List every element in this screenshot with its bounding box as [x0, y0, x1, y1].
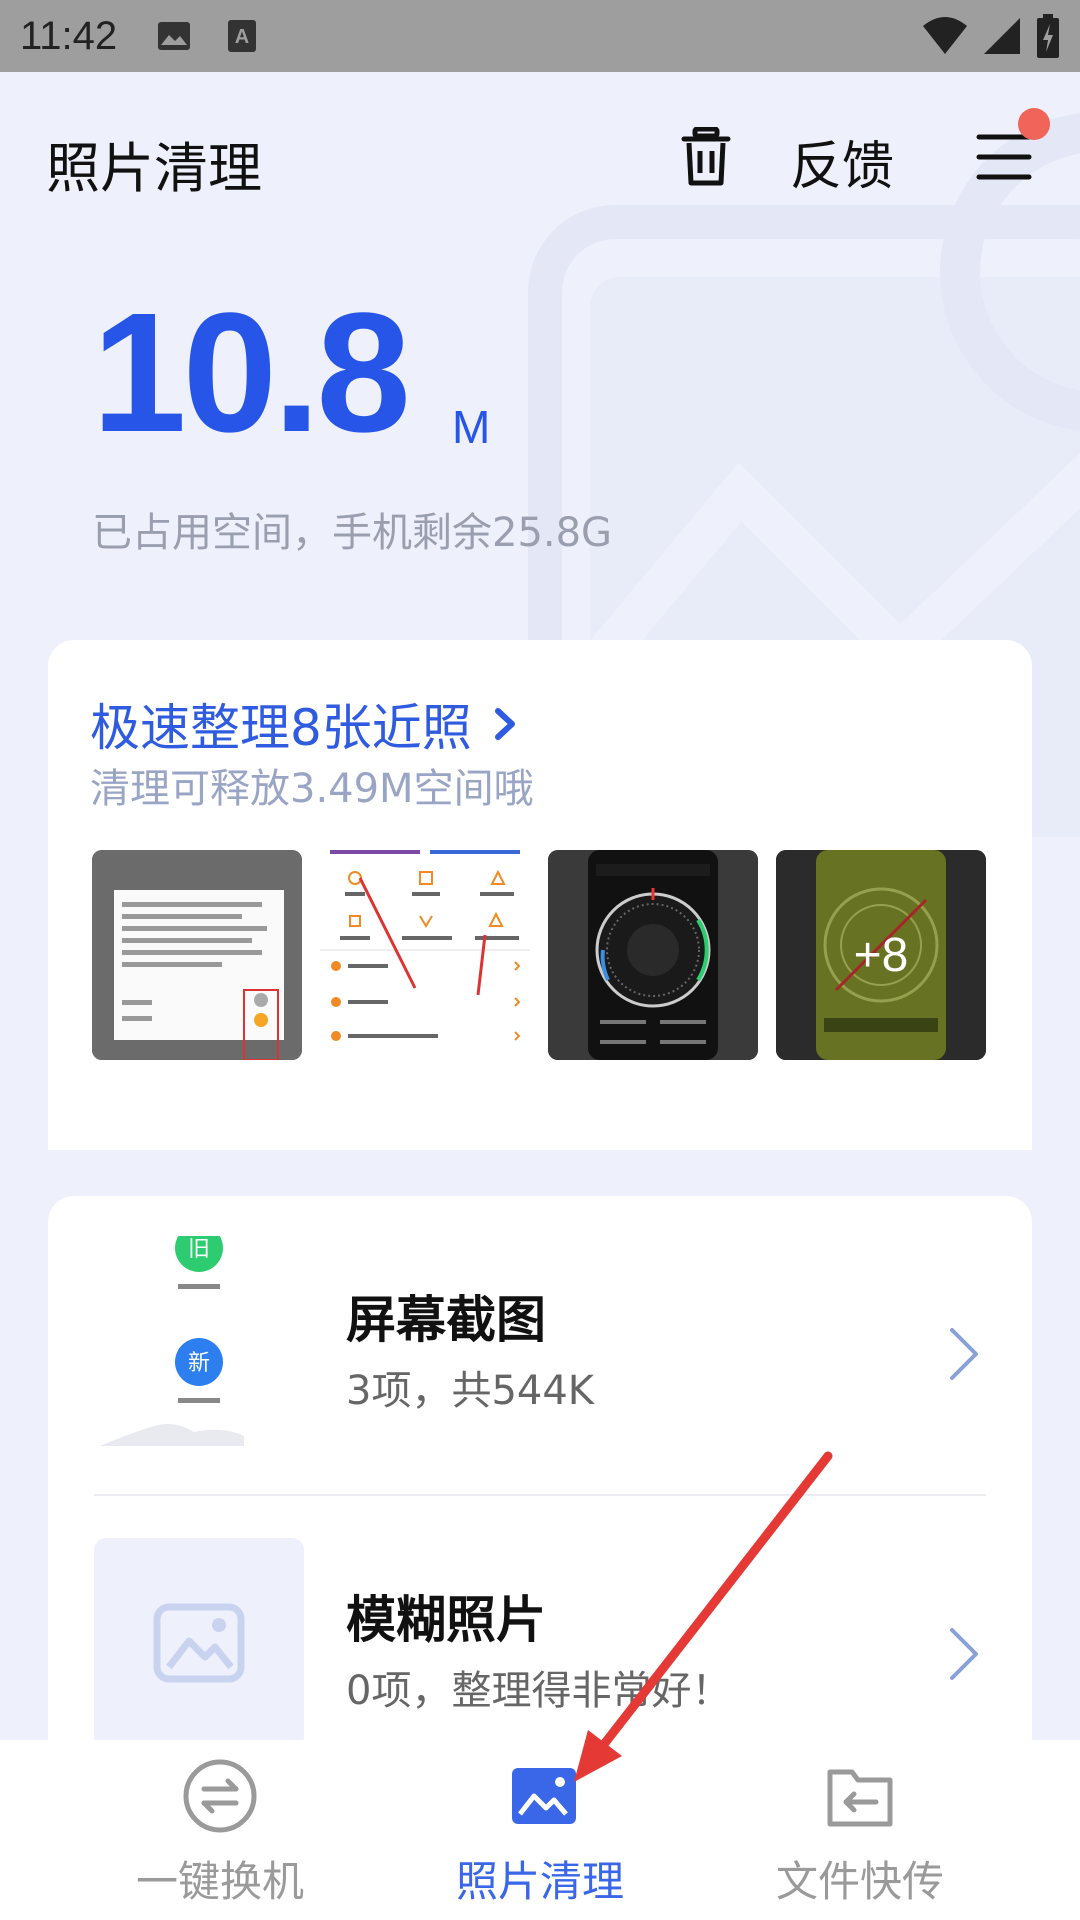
storage-description: 已占用空间，手机剩余25.8G: [92, 510, 613, 556]
blurry-photos-thumbnail: [94, 1538, 304, 1748]
svg-text:A: A: [235, 26, 249, 48]
photo-thumbnail[interactable]: [320, 850, 530, 1060]
nav-item-photo-cleanup[interactable]: 照片清理: [390, 1758, 690, 1908]
svg-text:新: 新: [188, 1351, 210, 1376]
photo-thumbnail-more[interactable]: +8: [776, 850, 986, 1060]
quick-clean-title-row[interactable]: 极速整理8张近照: [90, 688, 518, 760]
image-notification-icon: [157, 19, 191, 53]
chevron-right-icon: [494, 707, 518, 741]
battery-charging-icon: [1036, 14, 1060, 62]
more-photos-count: +8: [776, 850, 986, 1060]
nav-label: 照片清理: [455, 1857, 624, 1906]
photo-thumbnails: +8: [92, 850, 986, 1060]
swap-icon: [182, 1758, 258, 1834]
menu-icon[interactable]: [976, 132, 1032, 182]
wifi-icon: [922, 16, 968, 60]
bottom-navigation: 一键换机 照片清理 文件快传: [0, 1740, 1080, 1920]
text-notification-icon: A: [225, 19, 259, 53]
svg-text:旧: 旧: [188, 1237, 210, 1262]
photo-thumbnail[interactable]: [548, 850, 758, 1060]
notification-badge: [1018, 108, 1050, 140]
nav-label: 一键换机: [135, 1857, 304, 1906]
page-title: 照片清理: [46, 137, 262, 200]
nav-item-file-transfer[interactable]: 文件快传: [710, 1758, 1010, 1908]
photo-icon: [502, 1758, 578, 1834]
image-placeholder-icon: [153, 1603, 245, 1683]
row-subtitle: 0项，整理得非常好！: [346, 1668, 732, 1714]
nav-item-phone-clone[interactable]: 一键换机: [70, 1758, 370, 1908]
folder-transfer-icon: [822, 1758, 898, 1834]
status-time: 11:42: [20, 13, 118, 58]
storage-unit: M: [452, 401, 491, 453]
quick-clean-title: 极速整理8张近照: [90, 699, 472, 757]
chevron-right-icon: [946, 1326, 982, 1382]
row-title: 模糊照片: [346, 1591, 546, 1649]
screenshot-thumbnail: 旧 新: [94, 1224, 304, 1446]
photo-thumbnail[interactable]: [92, 850, 302, 1060]
chevron-right-icon: [946, 1626, 982, 1682]
status-bar: 11:42 A: [0, 0, 1080, 72]
signal-icon: [982, 16, 1022, 60]
trash-icon[interactable]: [680, 126, 732, 187]
app-header: 照片清理 反馈: [0, 72, 1080, 242]
storage-value: 10.8: [92, 278, 411, 468]
category-list-card: 旧 新 屏幕截图 3项，共544K 模糊照片 0项，整理得非常好！: [48, 1196, 1032, 1756]
quick-clean-subtitle: 清理可释放3.49M空间哦: [90, 766, 534, 812]
row-title: 屏幕截图: [346, 1291, 546, 1349]
nav-label: 文件快传: [775, 1857, 944, 1906]
quick-clean-card[interactable]: 极速整理8张近照 清理可释放3.49M空间哦 +8: [48, 640, 1032, 1150]
list-item-screenshots[interactable]: 旧 新 屏幕截图 3项，共544K: [48, 1196, 1032, 1496]
row-subtitle: 3项，共544K: [346, 1368, 595, 1414]
feedback-button[interactable]: 反馈: [790, 124, 894, 199]
